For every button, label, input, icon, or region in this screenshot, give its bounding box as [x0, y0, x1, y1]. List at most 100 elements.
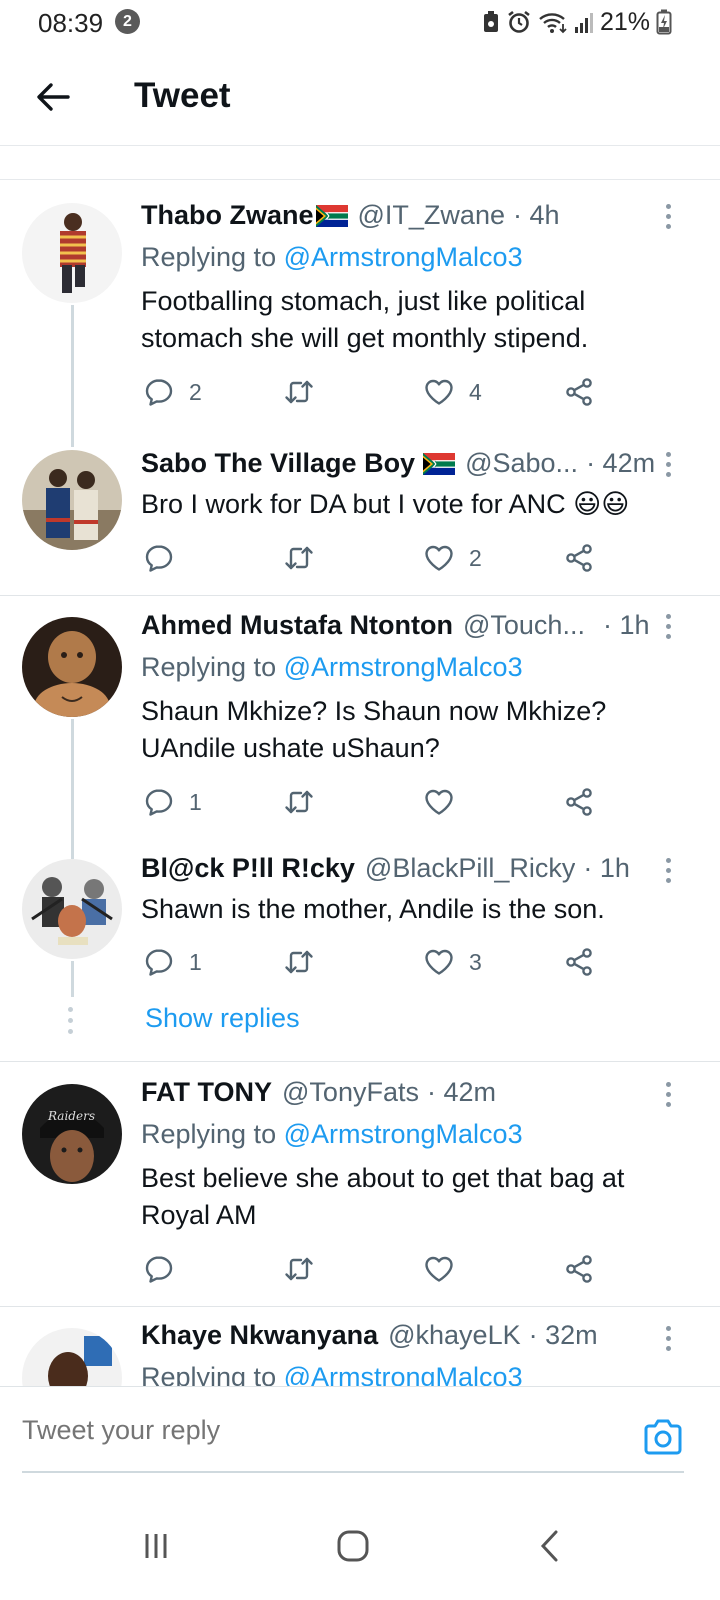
tweet-text: Bro I work for DA but I vote for ANC 😃😃 — [141, 489, 630, 519]
retweet-icon — [283, 946, 315, 978]
avatar[interactable]: Raiders — [22, 1084, 122, 1184]
thread-line — [71, 305, 74, 447]
reply-input[interactable] — [22, 1415, 582, 1446]
reply-button[interactable]: 1 — [143, 782, 202, 822]
retweet-button[interactable] — [283, 1249, 329, 1289]
replying-to-label: Replying to — [141, 1119, 277, 1149]
reply-button[interactable]: 2 — [143, 372, 202, 412]
retweet-button[interactable] — [283, 942, 329, 982]
back-nav-button[interactable] — [530, 1526, 570, 1566]
tweet-time: · 42m — [426, 1077, 496, 1107]
more-options-button[interactable] — [656, 444, 680, 484]
home-button[interactable] — [333, 1526, 373, 1566]
south-africa-flag-icon — [316, 205, 348, 227]
camera-button[interactable] — [642, 1417, 684, 1457]
retweet-button[interactable] — [283, 538, 329, 578]
retweet-icon — [283, 376, 315, 408]
tweet-header: Sabo The Village Boy @Sabo... · 42m — [141, 448, 660, 479]
signal-icon — [574, 13, 593, 33]
user-handle[interactable]: @Touch... — [463, 610, 585, 641]
user-handle[interactable]: @IT_Zwane — [358, 200, 505, 231]
reply-button[interactable]: 1 — [143, 942, 202, 982]
battery-charging-icon — [656, 9, 672, 35]
like-button[interactable] — [423, 1249, 469, 1289]
reply-button[interactable] — [143, 1249, 189, 1289]
home-icon — [337, 1530, 369, 1562]
user-name[interactable]: Ahmed Mustafa Ntonton — [141, 610, 453, 641]
reply-icon — [143, 786, 175, 818]
share-icon — [563, 542, 595, 574]
tweet-text: Footballing stomach, just like political… — [141, 286, 589, 353]
reply-icon — [143, 542, 175, 574]
like-button[interactable] — [423, 782, 469, 822]
status-time: 08:39 — [38, 8, 104, 38]
more-options-button[interactable] — [656, 1318, 680, 1358]
retweet-button[interactable] — [283, 782, 329, 822]
replying-to: Replying to @ArmstrongMalco3 — [141, 1119, 523, 1150]
thread-line — [71, 719, 74, 859]
user-handle[interactable]: @BlackPill_Ricky — [365, 853, 575, 884]
share-button[interactable] — [563, 1249, 595, 1289]
like-count: 4 — [469, 378, 482, 405]
user-handle[interactable]: @khayeLK — [388, 1320, 520, 1351]
tweet-time: · 1h — [602, 610, 650, 640]
heart-icon — [423, 542, 455, 574]
arrow-left-icon — [37, 83, 70, 111]
show-replies-link[interactable]: Show replies — [145, 1003, 300, 1034]
tweet-header: FAT TONY @TonyFats · 42m — [141, 1077, 660, 1108]
more-options-button[interactable] — [656, 850, 680, 890]
retweet-icon — [283, 1253, 315, 1285]
tweet-actions: 2 — [141, 538, 611, 578]
mention-link[interactable]: @ArmstrongMalco3 — [284, 652, 523, 682]
more-options-button[interactable] — [656, 606, 680, 646]
reply-icon — [143, 946, 175, 978]
avatar[interactable] — [22, 450, 122, 550]
mention-link[interactable]: @ArmstrongMalco3 — [284, 242, 523, 272]
user-name[interactable]: Bl@ck P!ll R!cky — [141, 853, 355, 884]
like-button[interactable]: 2 — [423, 538, 482, 578]
more-options-button[interactable] — [656, 1074, 680, 1114]
reply-button[interactable] — [143, 538, 189, 578]
reply-count: 1 — [189, 788, 202, 815]
battery-percent: 21% — [599, 7, 650, 36]
share-button[interactable] — [563, 782, 595, 822]
back-button[interactable] — [28, 72, 78, 122]
like-count: 2 — [469, 544, 482, 571]
user-name[interactable]: FAT TONY — [141, 1077, 272, 1108]
like-button[interactable]: 4 — [423, 372, 482, 412]
user-name[interactable]: Khaye Nkwanyana — [141, 1320, 378, 1351]
avatar[interactable] — [22, 859, 122, 959]
user-handle[interactable]: @TonyFats — [282, 1077, 419, 1108]
tweet-actions: 1 3 — [141, 942, 611, 982]
mention-link[interactable]: @ArmstrongMalco3 — [284, 1119, 523, 1149]
share-button[interactable] — [563, 372, 595, 412]
camera-icon — [644, 1419, 682, 1455]
reply-icon — [143, 376, 175, 408]
replying-to: Replying to @ArmstrongMalco3 — [141, 652, 523, 683]
tweet-header: Khaye Nkwanyana @khayeLK · 32m — [141, 1320, 660, 1351]
retweet-button[interactable] — [283, 372, 329, 412]
reply-count: 1 — [189, 948, 202, 975]
user-handle[interactable]: @Sabo... — [465, 448, 578, 479]
divider — [0, 1306, 720, 1307]
retweet-icon — [283, 542, 315, 574]
user-name[interactable]: Sabo The Village Boy — [141, 448, 415, 479]
divider — [0, 595, 720, 596]
avatar[interactable] — [22, 617, 122, 717]
share-button[interactable] — [563, 942, 595, 982]
composer-underline — [22, 1471, 684, 1473]
share-button[interactable] — [563, 538, 595, 578]
like-button[interactable]: 3 — [423, 942, 482, 982]
retweet-icon — [283, 786, 315, 818]
svg-text:Raiders: Raiders — [47, 1109, 95, 1123]
heart-icon — [423, 1253, 455, 1285]
share-icon — [563, 376, 595, 408]
thread-line — [71, 961, 74, 997]
more-options-button[interactable] — [656, 196, 680, 236]
heart-icon — [423, 376, 455, 408]
user-name[interactable]: Thabo Zwane — [141, 200, 314, 231]
tweet-time: · 4h — [512, 200, 560, 230]
share-icon — [563, 946, 595, 978]
recents-button[interactable] — [136, 1526, 176, 1566]
avatar[interactable] — [22, 203, 122, 303]
